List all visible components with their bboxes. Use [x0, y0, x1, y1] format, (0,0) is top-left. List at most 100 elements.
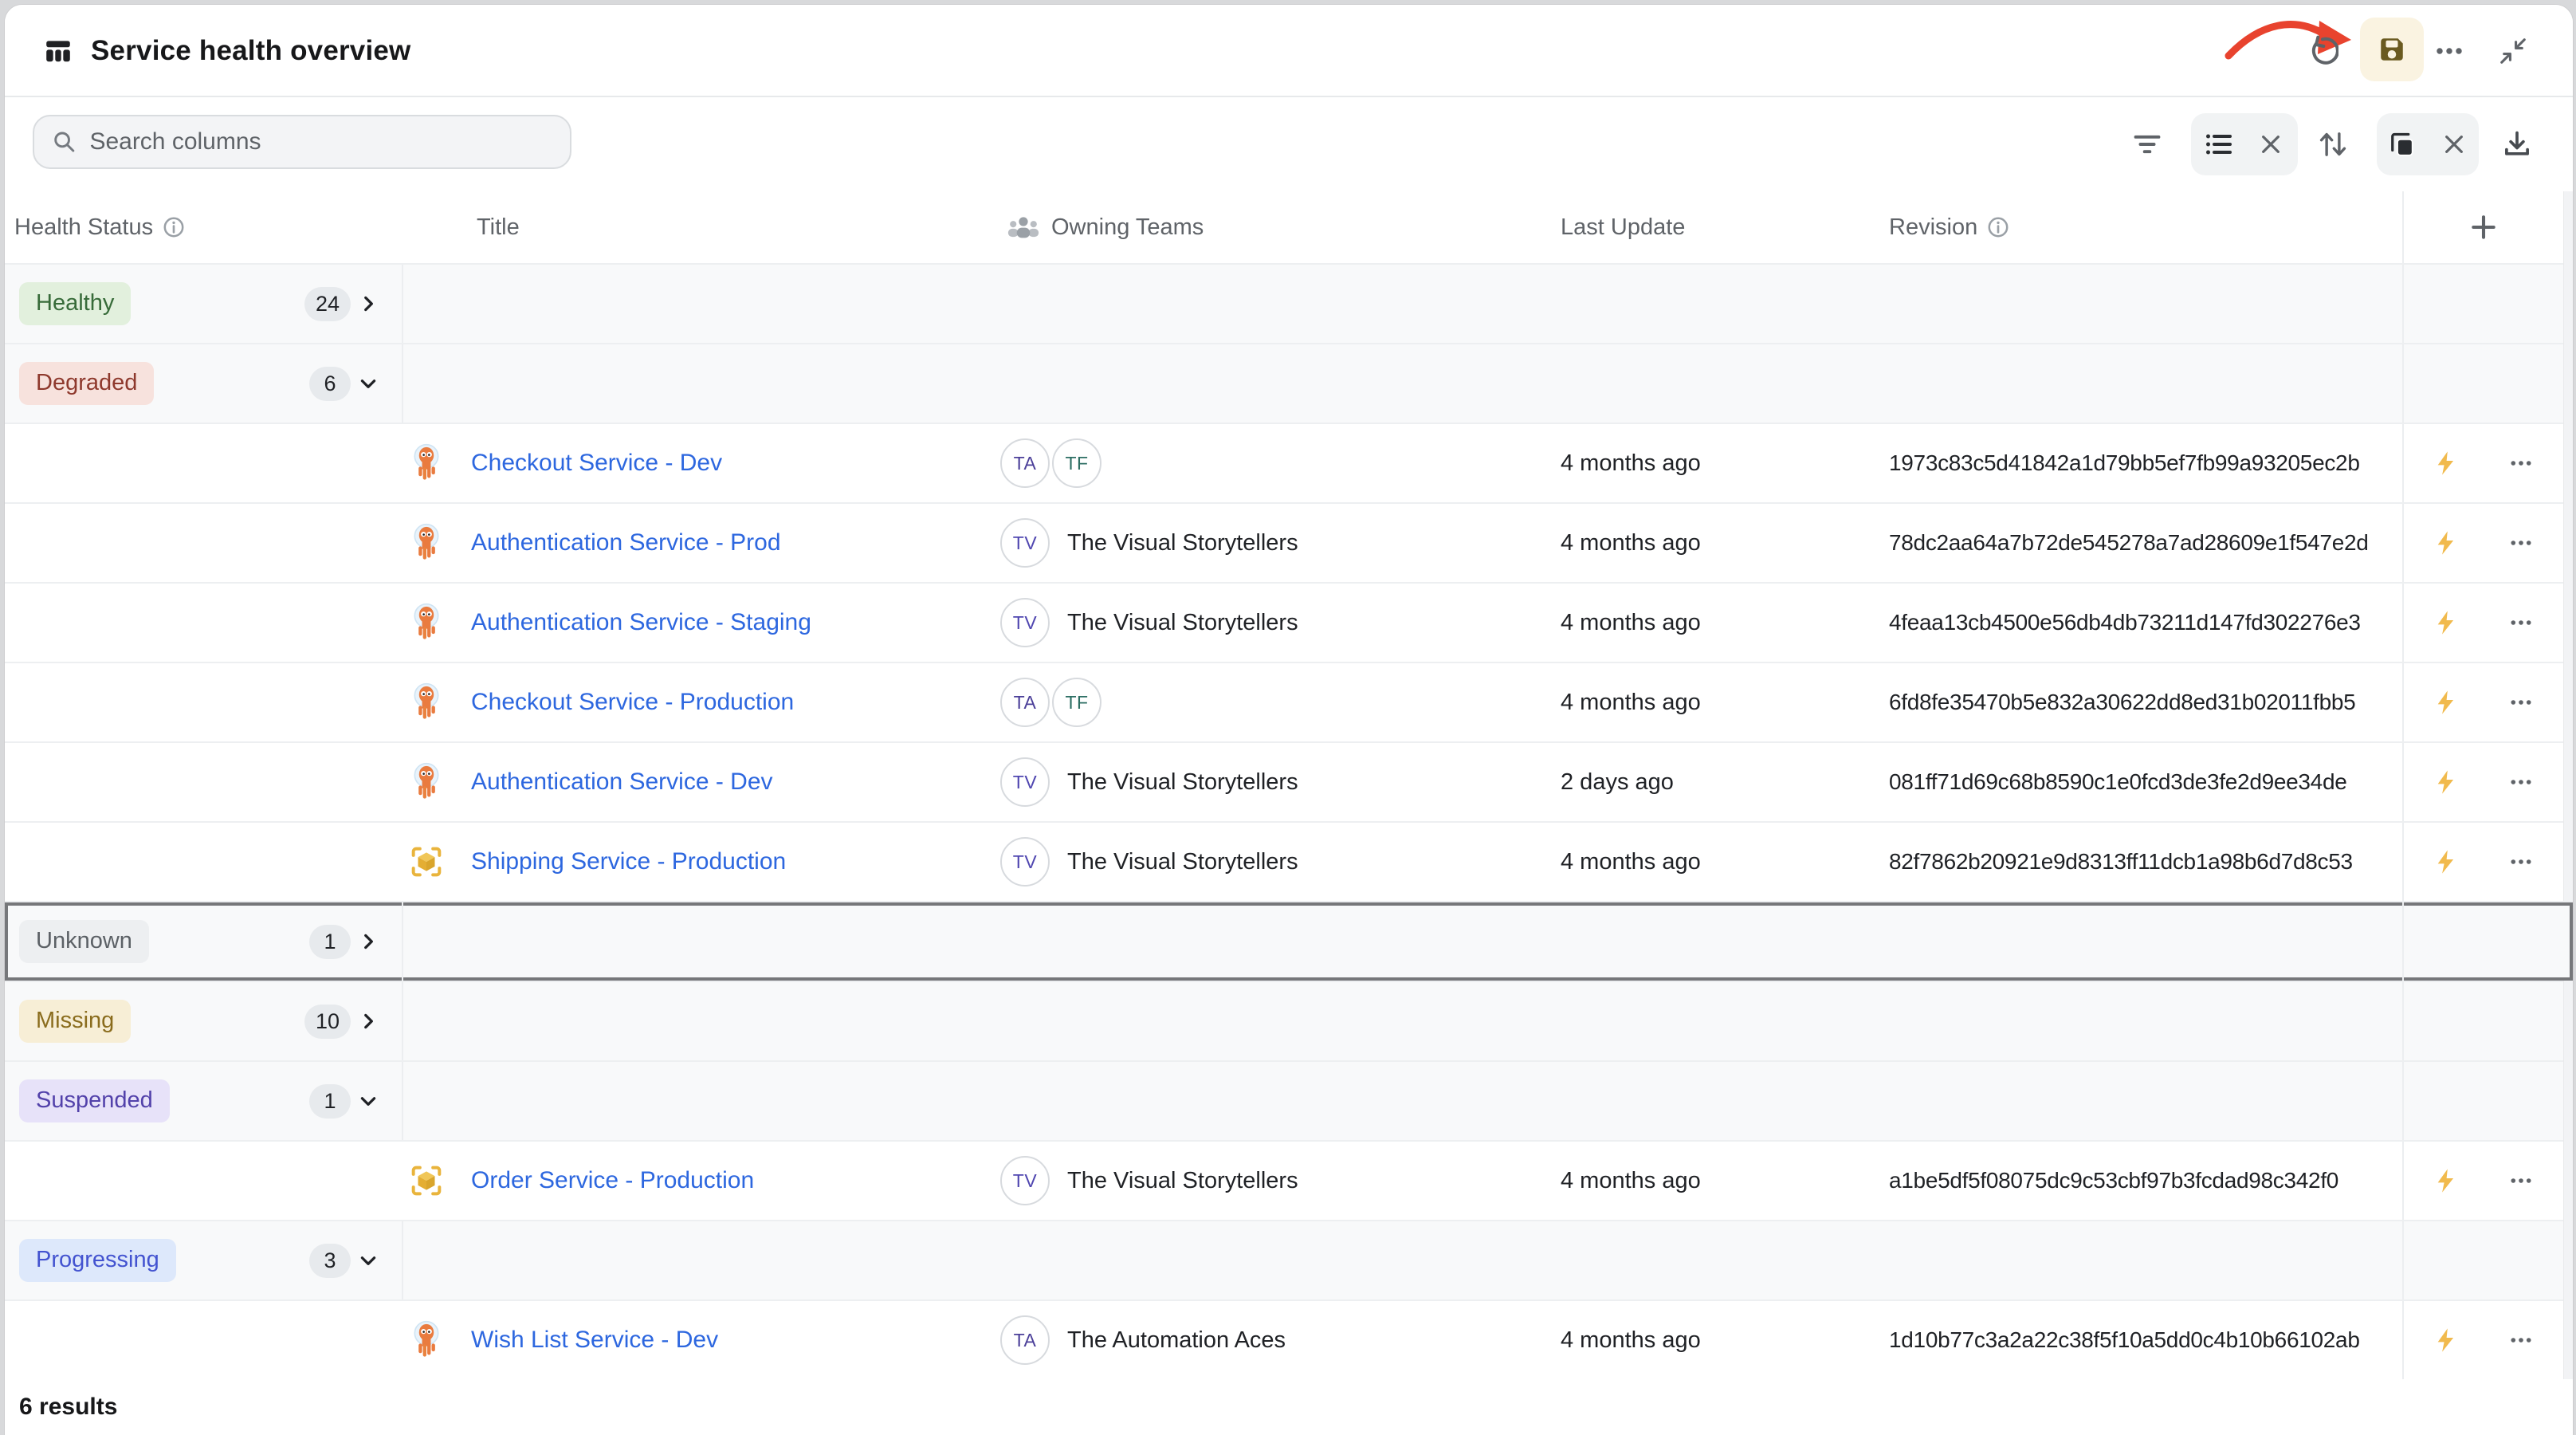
- search-icon: [52, 128, 77, 155]
- quick-action-button[interactable]: [2428, 525, 2464, 561]
- team-name: The Visual Storytellers: [1067, 769, 1298, 796]
- filter-button[interactable]: [2127, 124, 2167, 164]
- table-row: Order Service - Production TV The Visual…: [5, 1140, 2573, 1220]
- group-by-button[interactable]: [2383, 126, 2420, 163]
- column-label: Revision: [1889, 214, 1977, 241]
- group-count-badge: 10: [304, 1005, 351, 1039]
- service-title-link[interactable]: Authentication Service - Dev: [471, 743, 773, 821]
- ellipsis-icon: [2507, 1167, 2535, 1194]
- row-menu-button[interactable]: [2503, 445, 2539, 482]
- last-update-value: 4 months ago: [1561, 1142, 1701, 1220]
- group-row-unknown-selected[interactable]: Unknown 1: [5, 901, 2573, 981]
- row-menu-button[interactable]: [2503, 684, 2539, 721]
- column-header-row: Health Status Title Owning Teams Last Up…: [5, 191, 2573, 263]
- search-box[interactable]: [33, 115, 571, 169]
- table-row: Checkout Service - Dev TA TF 4 months ag…: [5, 423, 2573, 502]
- save-button[interactable]: [2360, 18, 2424, 81]
- column-health-status[interactable]: Health Status: [14, 191, 185, 263]
- group-count-badge: 6: [309, 367, 351, 401]
- group-by-pill: [2377, 113, 2479, 175]
- lightning-icon: [2433, 1327, 2460, 1354]
- expand-button[interactable]: [351, 286, 386, 321]
- service-title-link[interactable]: Order Service - Production: [471, 1142, 754, 1220]
- column-title[interactable]: Title: [477, 191, 520, 263]
- group-row-missing[interactable]: Missing 10: [5, 981, 2573, 1060]
- quick-action-button[interactable]: [2428, 1322, 2464, 1358]
- team-name: The Visual Storytellers: [1067, 849, 1298, 875]
- quick-action-button[interactable]: [2428, 764, 2464, 800]
- minimize-button[interactable]: [2494, 32, 2532, 70]
- list-view-button[interactable]: [2200, 126, 2236, 163]
- column-label: Last Update: [1561, 214, 1685, 241]
- ellipsis-icon: [2507, 529, 2535, 556]
- quick-action-button[interactable]: [2428, 445, 2464, 482]
- collapse-button[interactable]: [351, 1243, 386, 1278]
- lightning-icon: [2433, 529, 2460, 556]
- service-title-link[interactable]: Authentication Service - Staging: [471, 584, 811, 662]
- undo-button[interactable]: [2303, 32, 2342, 70]
- last-update-value: 4 months ago: [1561, 823, 1701, 901]
- quick-action-button[interactable]: [2428, 604, 2464, 641]
- row-actions-spacer: [2402, 982, 2563, 1060]
- group-row-healthy[interactable]: Healthy 24: [5, 263, 2573, 343]
- row-menu-button[interactable]: [2503, 1162, 2539, 1199]
- row-menu-button[interactable]: [2503, 843, 2539, 880]
- collapse-button[interactable]: [351, 366, 386, 401]
- group-status-cell: Unknown 1: [5, 902, 403, 981]
- add-column-button[interactable]: [2465, 209, 2502, 246]
- service-title-link[interactable]: Wish List Service - Dev: [471, 1301, 718, 1379]
- column-label: Title: [477, 214, 520, 241]
- status-badge: Unknown: [19, 920, 149, 962]
- row-menu-button[interactable]: [2503, 525, 2539, 561]
- service-icon-cell: [407, 424, 446, 502]
- row-actions-spacer: [2402, 265, 2563, 343]
- lightning-icon: [2433, 689, 2460, 716]
- team-name: The Visual Storytellers: [1067, 530, 1298, 556]
- table-row: Authentication Service - Prod TV The Vis…: [5, 502, 2573, 582]
- group-row-suspended[interactable]: Suspended 1: [5, 1060, 2573, 1140]
- service-icon-cell: [407, 823, 446, 901]
- service-icon-cell: [407, 584, 446, 662]
- collapse-button[interactable]: [351, 1083, 386, 1119]
- row-actions-spacer: [2402, 1221, 2563, 1299]
- row-menu-button[interactable]: [2503, 604, 2539, 641]
- service-icon-cell: [407, 663, 446, 741]
- table-row: Checkout Service - Production TA TF 4 mo…: [5, 662, 2573, 741]
- service-title-link[interactable]: Authentication Service - Prod: [471, 504, 781, 582]
- octopus-microservice-icon: [410, 762, 442, 802]
- quick-action-button[interactable]: [2428, 1162, 2464, 1199]
- search-input[interactable]: [89, 128, 552, 155]
- expand-button[interactable]: [351, 924, 386, 959]
- filter-icon: [2130, 128, 2164, 161]
- undo-icon: [2307, 35, 2338, 67]
- close-icon: [2258, 132, 2283, 157]
- row-menu-button[interactable]: [2503, 1322, 2539, 1358]
- row-menu-button[interactable]: [2503, 764, 2539, 800]
- clear-list-view-button[interactable]: [2252, 126, 2289, 163]
- sort-button[interactable]: [2313, 124, 2353, 164]
- service-title-link[interactable]: Checkout Service - Production: [471, 663, 794, 741]
- column-owning-teams[interactable]: Owning Teams: [1005, 191, 1204, 263]
- owning-teams-cell: TA TF: [1000, 424, 1101, 502]
- group-row-degraded[interactable]: Degraded 6: [5, 343, 2573, 423]
- service-health-page: Service health overview: [0, 0, 2576, 1435]
- service-title-link[interactable]: Checkout Service - Dev: [471, 424, 722, 502]
- clear-group-by-button[interactable]: [2436, 126, 2472, 163]
- quick-action-button[interactable]: [2428, 843, 2464, 880]
- row-actions-spacer: [2402, 902, 2563, 981]
- column-revision[interactable]: Revision: [1889, 191, 2009, 263]
- expand-button[interactable]: [351, 1004, 386, 1039]
- more-options-button[interactable]: [2430, 32, 2468, 70]
- service-title-link[interactable]: Shipping Service - Production: [471, 823, 786, 901]
- service-icon-cell: [407, 1142, 446, 1220]
- vertical-scrollbar[interactable]: [2563, 191, 2573, 1435]
- column-last-update[interactable]: Last Update: [1561, 191, 1685, 263]
- download-button[interactable]: [2497, 124, 2537, 164]
- group-row-progressing[interactable]: Progressing 3: [5, 1220, 2573, 1299]
- info-icon[interactable]: [163, 216, 185, 238]
- group-status-cell: Missing 10: [5, 982, 403, 1060]
- info-icon[interactable]: [1987, 216, 2009, 238]
- package-service-icon: [410, 845, 443, 879]
- quick-action-button[interactable]: [2428, 684, 2464, 721]
- team-name: The Visual Storytellers: [1067, 610, 1298, 636]
